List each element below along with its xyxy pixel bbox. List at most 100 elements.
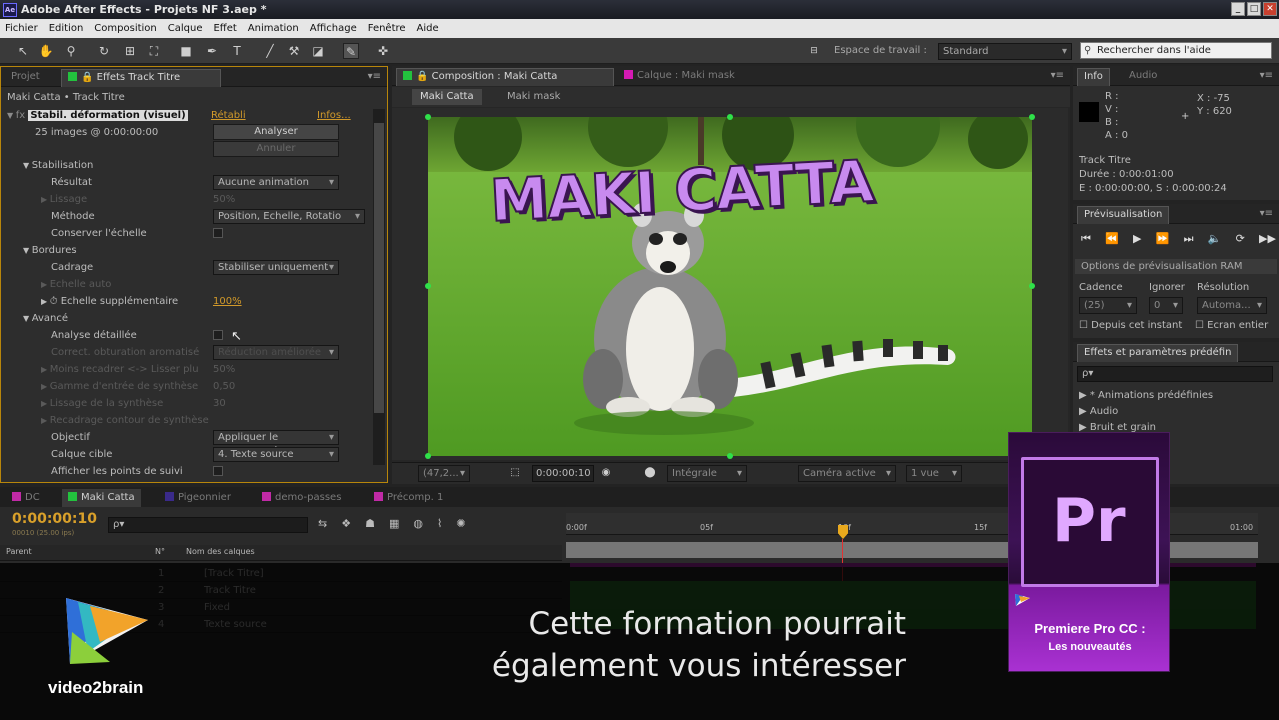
skip-dropdown[interactable]: 0 bbox=[1149, 297, 1183, 314]
composition-frame[interactable]: MAKI CATTA bbox=[428, 117, 1032, 456]
minimize-button[interactable]: _ bbox=[1231, 2, 1245, 16]
tab-layer-maki-mask[interactable]: Calque : Maki mask bbox=[618, 68, 741, 86]
effect-property-row[interactable]: ▶ Moins recadrer <-> Lisser plu bbox=[41, 361, 199, 378]
pan-behind-tool-icon[interactable]: ⛶ bbox=[146, 43, 162, 59]
effect-property-checkbox[interactable] bbox=[213, 228, 223, 238]
effect-property-checkbox[interactable] bbox=[213, 330, 223, 340]
ram-preview-options[interactable]: Options de prévisualisation RAM bbox=[1075, 259, 1277, 274]
effect-property-dropdown[interactable]: Aucune animation bbox=[213, 175, 339, 190]
tab-effect-controls[interactable]: 🔒 Effets Track Titre bbox=[61, 69, 221, 87]
effect-property-value[interactable]: 50% bbox=[213, 361, 235, 378]
tab-timeline-dc[interactable]: DC bbox=[12, 489, 40, 507]
resolution-dropdown[interactable]: Intégrale bbox=[667, 465, 747, 482]
hide-shy-layers-icon[interactable]: ☗ bbox=[365, 517, 375, 533]
panel-menu-icon[interactable]: ▾≡ bbox=[368, 71, 381, 82]
menu-calque[interactable]: Calque bbox=[168, 23, 203, 34]
twirl-down-icon[interactable]: ▼ bbox=[23, 161, 32, 170]
tab-audio[interactable]: Audio bbox=[1123, 68, 1163, 86]
fullscreen-checkbox[interactable]: ☐ Ecran entier bbox=[1195, 317, 1268, 334]
subtab-maki-mask[interactable]: Maki mask bbox=[507, 89, 560, 105]
effect-property-dropdown[interactable]: Appliquer le mouvement bbox=[213, 430, 339, 456]
effect-property-value[interactable]: 50% bbox=[213, 191, 235, 208]
effect-property-dropdown[interactable]: Stabiliser uniquement bbox=[213, 260, 339, 275]
reset-link[interactable]: Rétabli bbox=[211, 107, 246, 124]
views-layout-dropdown[interactable]: 1 vue bbox=[906, 465, 962, 482]
effect-property-row[interactable]: ▼ Avancé bbox=[23, 310, 68, 327]
info-link[interactable]: Infos... bbox=[317, 107, 351, 124]
stopwatch-icon[interactable]: ⏱ bbox=[50, 296, 61, 307]
effect-property-row[interactable]: Cadrage bbox=[41, 259, 93, 276]
bounding-handle[interactable] bbox=[1029, 283, 1035, 289]
timeline-search-input[interactable]: ρ▾ bbox=[108, 517, 308, 533]
effect-property-row[interactable]: ▼ Stabilisation bbox=[23, 157, 93, 174]
region-of-interest-icon[interactable]: ⬚ bbox=[507, 465, 523, 481]
twirl-down-icon[interactable]: ▼ bbox=[23, 314, 32, 323]
effect-property-value[interactable]: 0,50 bbox=[213, 378, 235, 395]
effect-name[interactable]: Stabil. déformation (visuel) bbox=[28, 110, 188, 121]
eraser-tool-icon[interactable]: ◪ bbox=[310, 43, 326, 59]
frame-blending-icon[interactable]: ▦ bbox=[389, 517, 399, 533]
show-channel-icon[interactable]: ⬤ bbox=[642, 465, 658, 481]
panel-menu-icon[interactable]: ▾≡ bbox=[1260, 70, 1273, 81]
premiere-pro-course-card[interactable]: Pr Premiere Pro CC : Les nouveautés bbox=[1008, 432, 1170, 672]
tab-preview[interactable]: Prévisualisation bbox=[1077, 206, 1170, 224]
maximize-button[interactable]: □ bbox=[1247, 2, 1261, 16]
camera-tool-icon[interactable]: ⊞ bbox=[122, 43, 138, 59]
roto-brush-tool-icon[interactable]: ✎ bbox=[343, 43, 359, 59]
snapshot-icon[interactable]: ◉ bbox=[598, 465, 614, 481]
close-button[interactable]: ✕ bbox=[1263, 2, 1277, 16]
effect-property-value[interactable]: 100% bbox=[213, 293, 242, 310]
twirl-right-icon[interactable]: ▶ bbox=[41, 382, 50, 391]
tab-timeline-pigeonnier[interactable]: Pigeonnier bbox=[165, 489, 231, 507]
twirl-right-icon[interactable]: ▶ bbox=[41, 280, 50, 289]
effects-item-presets[interactable]: ▶ * Animations prédéfinies bbox=[1079, 387, 1213, 404]
cancel-button[interactable]: Annuler bbox=[213, 141, 339, 157]
hand-tool-icon[interactable]: ✋ bbox=[38, 43, 54, 59]
scrollbar-thumb[interactable] bbox=[374, 123, 384, 413]
twirl-right-icon[interactable]: ▶ bbox=[41, 416, 50, 425]
mute-audio-icon[interactable]: 🔈 bbox=[1208, 232, 1222, 248]
brainstorm-icon[interactable]: ✺ bbox=[456, 517, 465, 533]
effect-property-row[interactable]: ▶ Lissage de la synthèse bbox=[41, 395, 163, 412]
effect-property-row[interactable]: ▼ Bordures bbox=[23, 242, 77, 259]
draft-3d-icon[interactable]: ❖ bbox=[341, 517, 351, 533]
clone-stamp-tool-icon[interactable]: ⚒ bbox=[286, 43, 302, 59]
play-icon[interactable]: ▶ bbox=[1133, 232, 1141, 248]
effect-property-checkbox[interactable] bbox=[213, 466, 223, 476]
tab-timeline-precomp[interactable]: Précomp. 1 bbox=[374, 489, 443, 507]
current-time-display[interactable]: 0:00:00:10 bbox=[532, 465, 594, 482]
playhead-icon[interactable] bbox=[838, 525, 848, 539]
twirl-right-icon[interactable]: ▶ bbox=[41, 399, 50, 408]
tab-composition[interactable]: 🔒 Composition : Maki Catta bbox=[396, 68, 614, 86]
effect-property-dropdown[interactable]: Réduction améliorée bbox=[213, 345, 339, 360]
twirl-right-icon[interactable]: ▶ bbox=[41, 195, 50, 204]
bounding-handle[interactable] bbox=[1029, 114, 1035, 120]
bounding-handle[interactable] bbox=[425, 283, 431, 289]
analyze-button[interactable]: Analyser bbox=[213, 124, 339, 140]
menu-effet[interactable]: Effet bbox=[213, 23, 236, 34]
effect-property-row[interactable]: Méthode bbox=[41, 208, 95, 225]
menu-edition[interactable]: Edition bbox=[49, 23, 84, 34]
fx-icon[interactable]: fx bbox=[16, 110, 29, 121]
twirl-down-icon[interactable]: ▼ bbox=[7, 111, 16, 120]
menu-animation[interactable]: Animation bbox=[248, 23, 299, 34]
effect-property-row[interactable]: ▶ Recadrage contour de synthèse bbox=[41, 412, 209, 429]
previous-frame-icon[interactable]: ⏪ bbox=[1105, 232, 1119, 248]
bounding-handle[interactable] bbox=[727, 453, 733, 459]
effect-property-row[interactable]: Résultat bbox=[41, 174, 92, 191]
text-tool-icon[interactable]: T bbox=[229, 43, 245, 59]
graph-editor-icon[interactable]: ⌇ bbox=[437, 517, 442, 533]
effect-property-row[interactable]: Analyse détaillée bbox=[41, 327, 137, 344]
bounding-handle[interactable] bbox=[425, 114, 431, 120]
from-current-checkbox[interactable]: ☐ Depuis cet instant bbox=[1079, 317, 1182, 334]
magnification-dropdown[interactable]: (47,2... bbox=[418, 465, 470, 482]
effect-property-row[interactable]: ▶ Gamme d'entrée de synthèse bbox=[41, 378, 198, 395]
selection-tool-icon[interactable]: ↖ bbox=[15, 43, 31, 59]
menu-aide[interactable]: Aide bbox=[417, 23, 439, 34]
rectangle-tool-icon[interactable]: ■ bbox=[178, 43, 194, 59]
resolution-dropdown[interactable]: Automa... bbox=[1197, 297, 1267, 314]
twirl-right-icon[interactable]: ▶ bbox=[41, 365, 50, 374]
tab-timeline-demo-passes[interactable]: demo-passes bbox=[262, 489, 341, 507]
bounding-handle[interactable] bbox=[727, 114, 733, 120]
last-frame-icon[interactable]: ⏭ bbox=[1184, 232, 1194, 248]
